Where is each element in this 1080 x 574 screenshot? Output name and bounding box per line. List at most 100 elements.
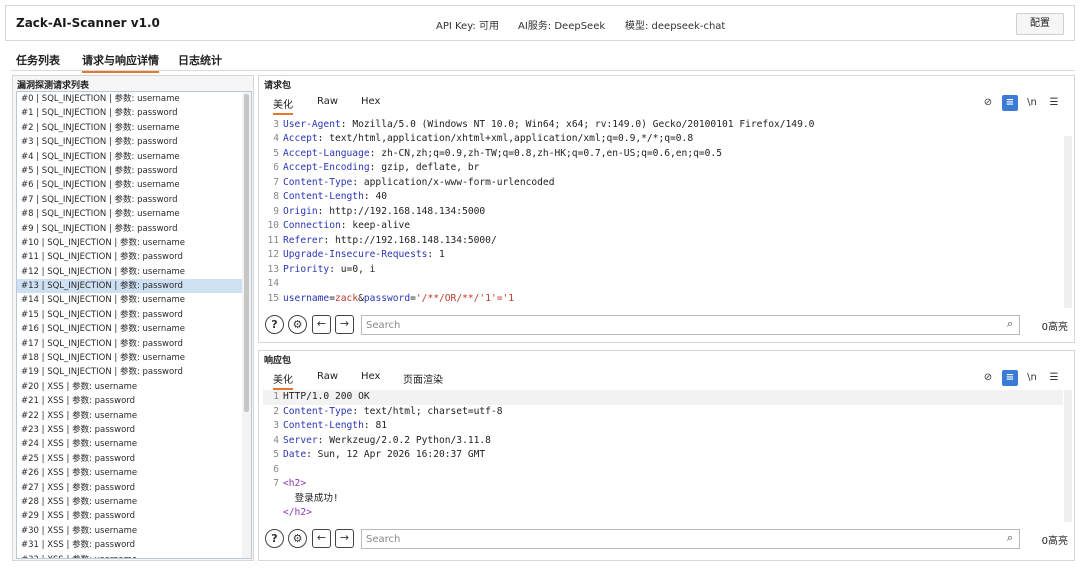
list-item[interactable]: #26 | XSS | 参数: username — [17, 466, 243, 480]
vuln-list[interactable]: #0 | SQL_INJECTION | 参数: username #1 | SQ… — [16, 91, 252, 559]
vuln-list-items: #0 | SQL_INJECTION | 参数: username #1 | SQ… — [17, 92, 243, 559]
list-item[interactable]: #8 | SQL_INJECTION | 参数: username — [17, 207, 243, 221]
wrap-icon[interactable]: ≡ — [1002, 370, 1018, 386]
arrow-left-icon[interactable]: ← — [312, 529, 331, 548]
model-status: 模型: deepseek-chat — [625, 21, 726, 32]
arrow-right-icon[interactable]: → — [335, 529, 354, 548]
search-icon[interactable]: ⌕ — [1007, 317, 1013, 331]
response-search-box: ⌕ — [361, 529, 1020, 549]
response-panel: 响应包 美化 Raw Hex 页面渲染 ⊘ ≡ \n ☰ 1 HTTP/1.0 2… — [258, 350, 1075, 561]
list-item[interactable]: #20 | XSS | 参数: username — [17, 380, 243, 394]
list-item[interactable]: #15 | SQL_INJECTION | 参数: password — [17, 308, 243, 322]
list-item[interactable]: #19 | SQL_INJECTION | 参数: password — [17, 365, 243, 379]
response-toolbar: ⊘ ≡ \n ☰ — [980, 370, 1064, 386]
response-search-input[interactable] — [366, 532, 986, 547]
list-item[interactable]: #22 | XSS | 参数: username — [17, 409, 243, 423]
arrow-right-icon[interactable]: → — [335, 315, 354, 334]
gear-icon[interactable]: ⚙ — [288, 315, 307, 334]
response-title: 响应包 — [264, 356, 292, 366]
tabs-divider — [10, 70, 1075, 71]
request-title: 请求包 — [264, 81, 292, 91]
list-item[interactable]: #12 | SQL_INJECTION | 参数: username — [17, 265, 243, 279]
code-line: 8 Content-Length: 40 — [273, 191, 387, 202]
list-item[interactable]: #14 | SQL_INJECTION | 参数: username — [17, 293, 243, 307]
main-tabs: 任务列表 请求与响应详情 日志统计 — [0, 50, 1080, 73]
response-tab-render[interactable]: 页面渲染 — [403, 371, 443, 388]
list-item[interactable]: #10 | SQL_INJECTION | 参数: username — [17, 236, 243, 250]
list-item[interactable]: #6 | SQL_INJECTION | 参数: username — [17, 178, 243, 192]
code-line: 7 Content-Type: application/x-www-form-ur… — [273, 176, 555, 188]
list-item[interactable]: #13 | SQL_INJECTION | 参数: password — [17, 279, 243, 294]
eye-off-icon[interactable]: ⊘ — [980, 370, 996, 386]
request-code[interactable]: 2Host: 192.168.148.134:50003User-Agent: … — [263, 112, 1063, 308]
eye-off-icon[interactable]: ⊘ — [980, 95, 996, 111]
app-header: Zack-AI-Scanner v1.0 API Key: 可用 AI服务: D… — [5, 5, 1075, 41]
code-line: 10 Connection: keep-alive — [267, 220, 411, 231]
request-search-bar: ? ⚙ ← → ⌕ 0高亮 — [265, 314, 1070, 336]
list-item[interactable]: #4 | SQL_INJECTION | 参数: username — [17, 150, 243, 164]
list-item[interactable]: #28 | XSS | 参数: username — [17, 495, 243, 509]
list-item[interactable]: #3 | SQL_INJECTION | 参数: password — [17, 135, 243, 149]
code-line: 3 Content-Length: 81 — [273, 420, 387, 431]
menu-icon[interactable]: ☰ — [1046, 370, 1062, 386]
list-item[interactable]: #29 | XSS | 参数: password — [17, 509, 243, 523]
list-item[interactable]: #21 | XSS | 参数: password — [17, 394, 243, 408]
code-line: 12 Upgrade-Insecure-Requests: 1 — [267, 249, 445, 260]
request-tab-hex[interactable]: Hex — [361, 96, 380, 109]
list-item[interactable]: #9 | SQL_INJECTION | 参数: password — [17, 222, 243, 236]
list-item[interactable]: #23 | XSS | 参数: password — [17, 423, 243, 437]
response-lines: 2 Content-Type: text/html; charset=utf-8 3… — [263, 405, 1063, 478]
gear-icon[interactable]: ⚙ — [288, 529, 307, 548]
list-item[interactable]: #27 | XSS | 参数: password — [17, 481, 243, 495]
request-search-box: ⌕ — [361, 315, 1020, 335]
list-item[interactable]: #1 | SQL_INJECTION | 参数: password — [17, 106, 243, 120]
list-item[interactable]: #2 | SQL_INJECTION | 参数: username — [17, 121, 243, 135]
code-line: 4 Accept: text/html,application/xhtml+xml… — [273, 133, 694, 144]
list-item[interactable]: #25 | XSS | 参数: password — [17, 452, 243, 466]
list-scrollbar[interactable] — [242, 92, 251, 558]
response-tab-raw[interactable]: Raw — [317, 371, 338, 384]
request-search-input[interactable] — [366, 318, 986, 333]
help-icon[interactable]: ? — [265, 315, 284, 334]
tab-task-list[interactable]: 任务列表 — [16, 52, 60, 71]
search-icon[interactable]: ⌕ — [1007, 531, 1013, 545]
request-highlight-count: 0高亮 — [1041, 322, 1068, 333]
request-scrollbar[interactable] — [1064, 136, 1072, 308]
list-item[interactable]: #17 | SQL_INJECTION | 参数: password — [17, 337, 243, 351]
request-body-line: 15 username=zack&password='/**/OR/**/'1'=… — [267, 292, 515, 304]
code-line: 4 Server: Werkzeug/2.0.2 Python/3.11.8 — [273, 434, 491, 446]
list-item[interactable]: #11 | SQL_INJECTION | 参数: password — [17, 250, 243, 264]
list-item[interactable]: #32 | XSS | 参数: username — [17, 553, 243, 559]
request-panel: 请求包 美化 Raw Hex ⊘ ≡ \n ☰ 2Host: 192.168.1… — [258, 75, 1075, 343]
config-button[interactable]: 配置 — [1016, 13, 1064, 35]
menu-icon[interactable]: ☰ — [1046, 95, 1062, 111]
ai-service-status: AI服务: DeepSeek — [518, 21, 606, 32]
wrap-icon[interactable]: ≡ — [1002, 95, 1018, 111]
newline-icon[interactable]: \n — [1024, 95, 1040, 111]
list-item[interactable]: #30 | XSS | 参数: username — [17, 524, 243, 538]
list-item[interactable]: #16 | SQL_INJECTION | 参数: username — [17, 322, 243, 336]
arrow-left-icon[interactable]: ← — [312, 315, 331, 334]
request-tab-raw[interactable]: Raw — [317, 96, 338, 109]
list-scroll-thumb[interactable] — [244, 94, 249, 412]
list-item[interactable]: #5 | SQL_INJECTION | 参数: password — [17, 164, 243, 178]
list-item[interactable]: #7 | SQL_INJECTION | 参数: password — [17, 193, 243, 207]
code-line: 13 Priority: u=0, i — [267, 263, 376, 275]
response-body-open: 7 <h2> — [273, 478, 307, 489]
response-view-tabs: 美化 Raw Hex 页面渲染 — [265, 369, 1065, 390]
code-line: 2 Content-Type: text/html; charset=utf-8 — [273, 405, 503, 417]
tab-log-stats[interactable]: 日志统计 — [178, 52, 222, 71]
vuln-list-title: 漏洞探测请求列表 — [17, 81, 90, 91]
list-item[interactable]: #0 | SQL_INJECTION | 参数: username — [17, 92, 243, 106]
code-line: 3 User-Agent: Mozilla/5.0 (Windows NT 10.… — [273, 118, 815, 130]
list-item[interactable]: #18 | SQL_INJECTION | 参数: username — [17, 351, 243, 365]
response-tab-pretty[interactable]: 美化 — [273, 371, 293, 390]
list-item[interactable]: #24 | XSS | 参数: username — [17, 437, 243, 451]
response-status-line: 1 HTTP/1.0 200 OK — [263, 390, 1063, 405]
help-icon[interactable]: ? — [265, 529, 284, 548]
response-tab-hex[interactable]: Hex — [361, 371, 380, 384]
newline-icon[interactable]: \n — [1024, 370, 1040, 386]
response-code[interactable]: 1 HTTP/1.0 200 OK 2 Content-Type: text/htm… — [263, 390, 1063, 522]
list-item[interactable]: #31 | XSS | 参数: password — [17, 538, 243, 552]
response-scrollbar[interactable] — [1064, 390, 1072, 522]
